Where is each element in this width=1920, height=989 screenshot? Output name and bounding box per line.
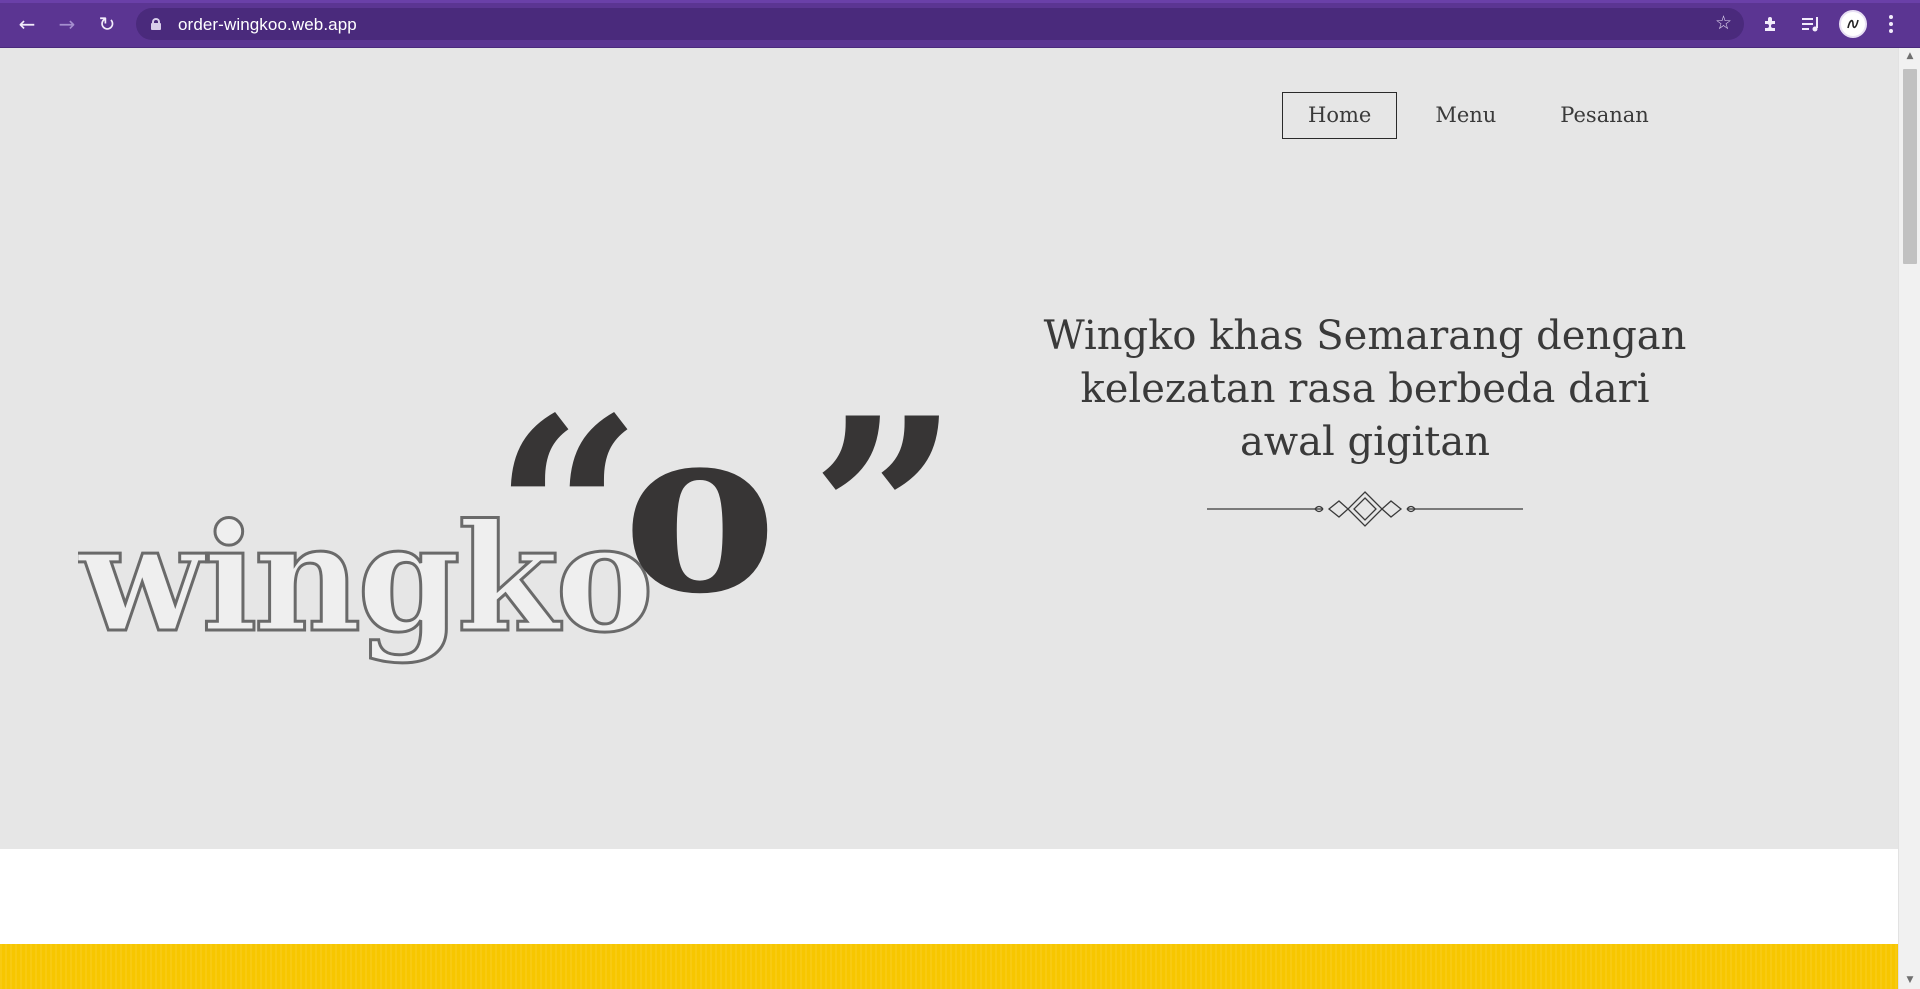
page-viewport: Home Menu Pesanan wingko “ o ” Wingko kh… [0, 48, 1898, 989]
nav-home[interactable]: Home [1282, 92, 1398, 139]
nav-menu[interactable]: Menu [1409, 92, 1522, 139]
hero-tagline: Wingko khas Semarang dengan kelezatan ra… [1043, 313, 1687, 465]
nav-pesanan[interactable]: Pesanan [1534, 92, 1674, 139]
lock-icon[interactable] [151, 18, 161, 30]
forward-arrow-icon[interactable]: → [53, 10, 81, 38]
tab-strip-edge [0, 0, 1920, 3]
scroll-down-arrow-icon[interactable]: ▼ [1899, 972, 1920, 989]
scroll-thumb[interactable] [1903, 69, 1917, 264]
avatar-glyph [1847, 19, 1859, 29]
ornament-divider-icon [1207, 491, 1523, 527]
puzzle-icon-svg [1765, 17, 1775, 31]
star-icon[interactable]: ☆ [1715, 12, 1732, 34]
yellow-section-band [0, 944, 1898, 989]
logo-close-quote: ” [810, 375, 960, 667]
logo-letter: o [623, 375, 776, 645]
playlist-icon-svg [1802, 17, 1818, 32]
back-arrow-icon[interactable]: ← [13, 10, 41, 38]
scroll-up-arrow-icon[interactable]: ▲ [1899, 48, 1920, 65]
playlist-icon[interactable] [1797, 10, 1825, 38]
reload-icon[interactable]: ↻ [93, 10, 121, 38]
url-text[interactable]: order-wingkoo.web.app [178, 15, 357, 35]
hero-section: Home Menu Pesanan wingko “ o ” Wingko kh… [0, 48, 1898, 849]
page-scrollbar[interactable]: ▲ ▼ [1898, 48, 1920, 989]
wingko-logo: wingko “ o ” [78, 375, 960, 667]
puzzle-icon[interactable] [1757, 10, 1785, 38]
site-navigation: Home Menu Pesanan [1282, 92, 1687, 139]
logo-open-quote: “ [493, 375, 643, 667]
address-bar[interactable]: order-wingkoo.web.app ☆ [136, 8, 1744, 40]
three-dots-icon[interactable] [1880, 10, 1902, 38]
tagline-block: Wingko khas Semarang dengan kelezatan ra… [1040, 310, 1690, 529]
avatar[interactable] [1839, 10, 1867, 38]
browser-toolbar: ← → ↻ order-wingkoo.web.app ☆ [0, 0, 1920, 48]
white-section-band [0, 849, 1898, 944]
